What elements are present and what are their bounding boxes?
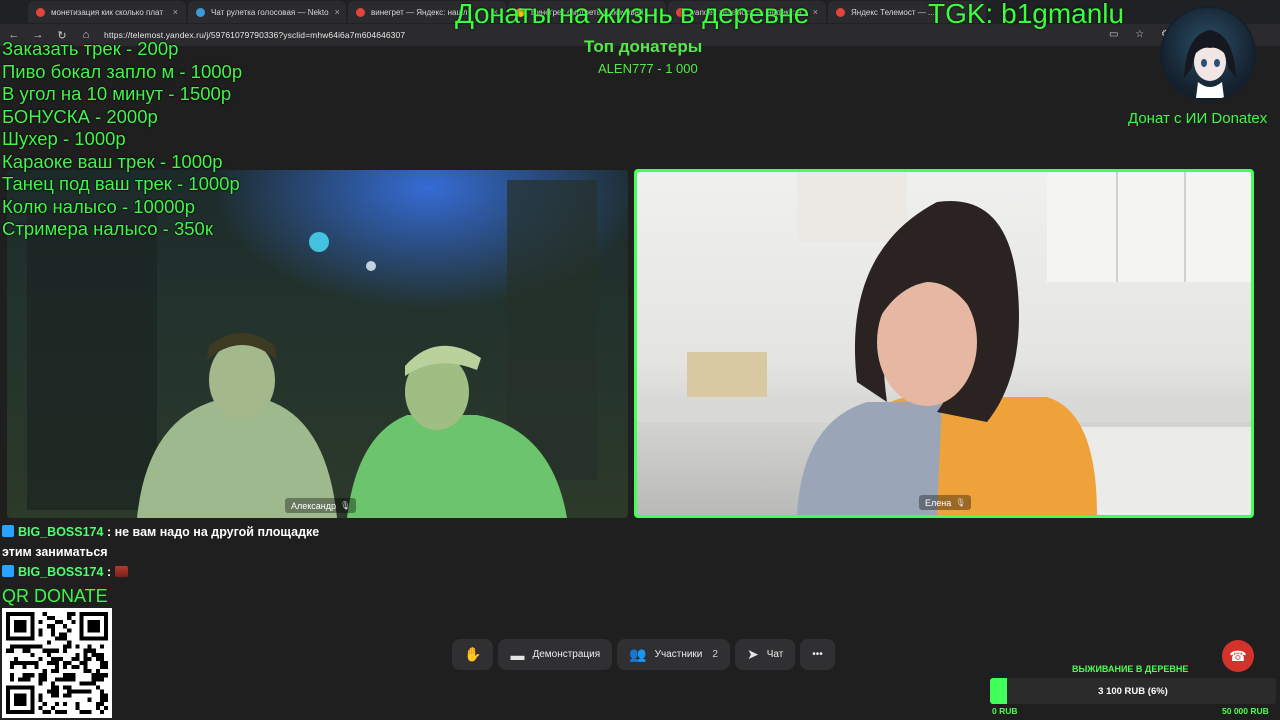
participant-name: Александр	[291, 500, 337, 511]
tab-close-icon[interactable]: ×	[813, 7, 818, 17]
chat-message: BIG_BOSS174 :	[2, 562, 342, 582]
telegram-handle: TGK: b1gmanlu	[928, 0, 1125, 29]
stream-headline: Донаты на жизнь в деревне	[455, 0, 809, 29]
microphone-icon: 🎙	[955, 498, 966, 507]
hang-up-button[interactable]: ☎	[1222, 640, 1254, 672]
top-donators-title: Топ донатеры	[584, 37, 703, 56]
tab-favicon-icon	[36, 7, 45, 17]
tab-close-icon[interactable]: ×	[335, 7, 340, 17]
participant-name-chip: Александр 🎙	[285, 498, 357, 513]
browser-tab[interactable]: монетизация кик сколько плат ×	[28, 1, 186, 23]
goal-min-label: 0 RUB	[992, 706, 1018, 716]
tab-label: Яндекс Телемост — ...	[851, 7, 935, 17]
tab-close-icon[interactable]: ×	[173, 7, 178, 17]
install-icon[interactable]: ▭	[1109, 29, 1118, 40]
price-item: Колю налысо - 10000р	[2, 195, 195, 217]
qr-donate-label: QR DONATE	[2, 586, 108, 606]
browser-tab[interactable]: Чат рулетка голосовая — Nekto ×	[188, 1, 346, 23]
screen-icon: ▬	[510, 646, 525, 663]
goal-max-label: 50 000 RUB	[1222, 706, 1269, 716]
tab-label: винегрет — Яндекс: нашл	[371, 7, 468, 17]
chat-badge-icon	[2, 525, 14, 537]
chat-separator: :	[103, 565, 115, 579]
streamer-avatar	[1160, 6, 1256, 102]
screen-share-button[interactable]: ▬ Демонстрация	[498, 639, 613, 670]
tab-favicon-icon	[196, 7, 205, 17]
goal-progress-bar: 3 100 RUB (6%)	[990, 678, 1276, 704]
participants-button[interactable]: 👥 Участники 2	[617, 639, 730, 670]
emote-icon	[114, 566, 128, 577]
price-item: Танец под ваш трек - 1000р	[2, 173, 240, 194]
donation-price-list: Заказать трек - 200р Пиво бокал запло м …	[2, 38, 242, 241]
call-controls: ✋ ▬ Демонстрация 👥 Участники 2 ➤ Чат •••	[452, 639, 835, 670]
participant-name-chip: Елена 🎙	[919, 495, 972, 510]
participant-video-elena-active-speaker[interactable]: Елена 🎙	[634, 169, 1254, 518]
participants-count: 2	[712, 649, 718, 660]
address-actions: ▭ ☆ ⚙	[1095, 29, 1170, 40]
stream-chat: BIG_BOSS174 : не вам надо на другой площ…	[2, 522, 342, 582]
tab-favicon-icon	[836, 7, 845, 17]
raise-hand-button[interactable]: ✋	[452, 639, 494, 670]
qr-code-icon	[2, 608, 112, 718]
chat-username: BIG_BOSS174	[18, 565, 104, 579]
chat-label: Чат	[766, 649, 784, 660]
tab-label: Чат рулетка голосовая — Nekto	[211, 7, 329, 17]
price-item: Заказать трек - 200р	[2, 38, 179, 59]
hand-icon: ✋	[464, 646, 482, 662]
price-item: БОНУСКА - 2000р	[2, 105, 158, 127]
chat-message: BIG_BOSS174 : не вам надо на другой площ…	[2, 522, 342, 562]
participants-label: Участники	[654, 649, 703, 660]
price-item: Шухер - 1000р	[2, 128, 126, 149]
price-item: В угол на 10 минут - 1500р	[2, 83, 232, 104]
chat-button[interactable]: ➤ Чат	[734, 639, 796, 670]
screen-share-label: Демонстрация	[532, 649, 601, 660]
participant-name: Елена	[925, 497, 952, 508]
goal-progress-text: 3 100 RUB (6%)	[1098, 685, 1168, 697]
top-donor-entry: ALEN777 - 1 000	[598, 61, 698, 76]
chat-username: BIG_BOSS174	[18, 525, 104, 539]
price-item: Пиво бокал запло м - 1000р	[2, 60, 243, 82]
ai-donate-label: Донат с ИИ Donatex	[1128, 110, 1268, 127]
tab-favicon-icon	[356, 7, 365, 17]
people-icon: 👥	[629, 646, 647, 662]
chat-separator: :	[103, 525, 115, 539]
price-item: Караоке ваш трек - 1000р	[2, 150, 223, 172]
chat-badge-icon	[2, 565, 14, 577]
tab-label: монетизация кик сколько плат	[51, 7, 163, 17]
bookmark-star-icon[interactable]: ☆	[1135, 29, 1144, 40]
more-button[interactable]: •••	[800, 639, 835, 670]
price-item: Стримера налысо - 350к	[2, 218, 213, 239]
goal-title: ВЫЖИВАНИЕ В ДЕРЕВНЕ	[1072, 664, 1189, 674]
microphone-icon: 🎙	[340, 501, 351, 510]
send-icon: ➤	[746, 646, 759, 662]
more-dots-icon: •••	[812, 649, 823, 660]
phone-icon: ☎	[1229, 647, 1247, 664]
